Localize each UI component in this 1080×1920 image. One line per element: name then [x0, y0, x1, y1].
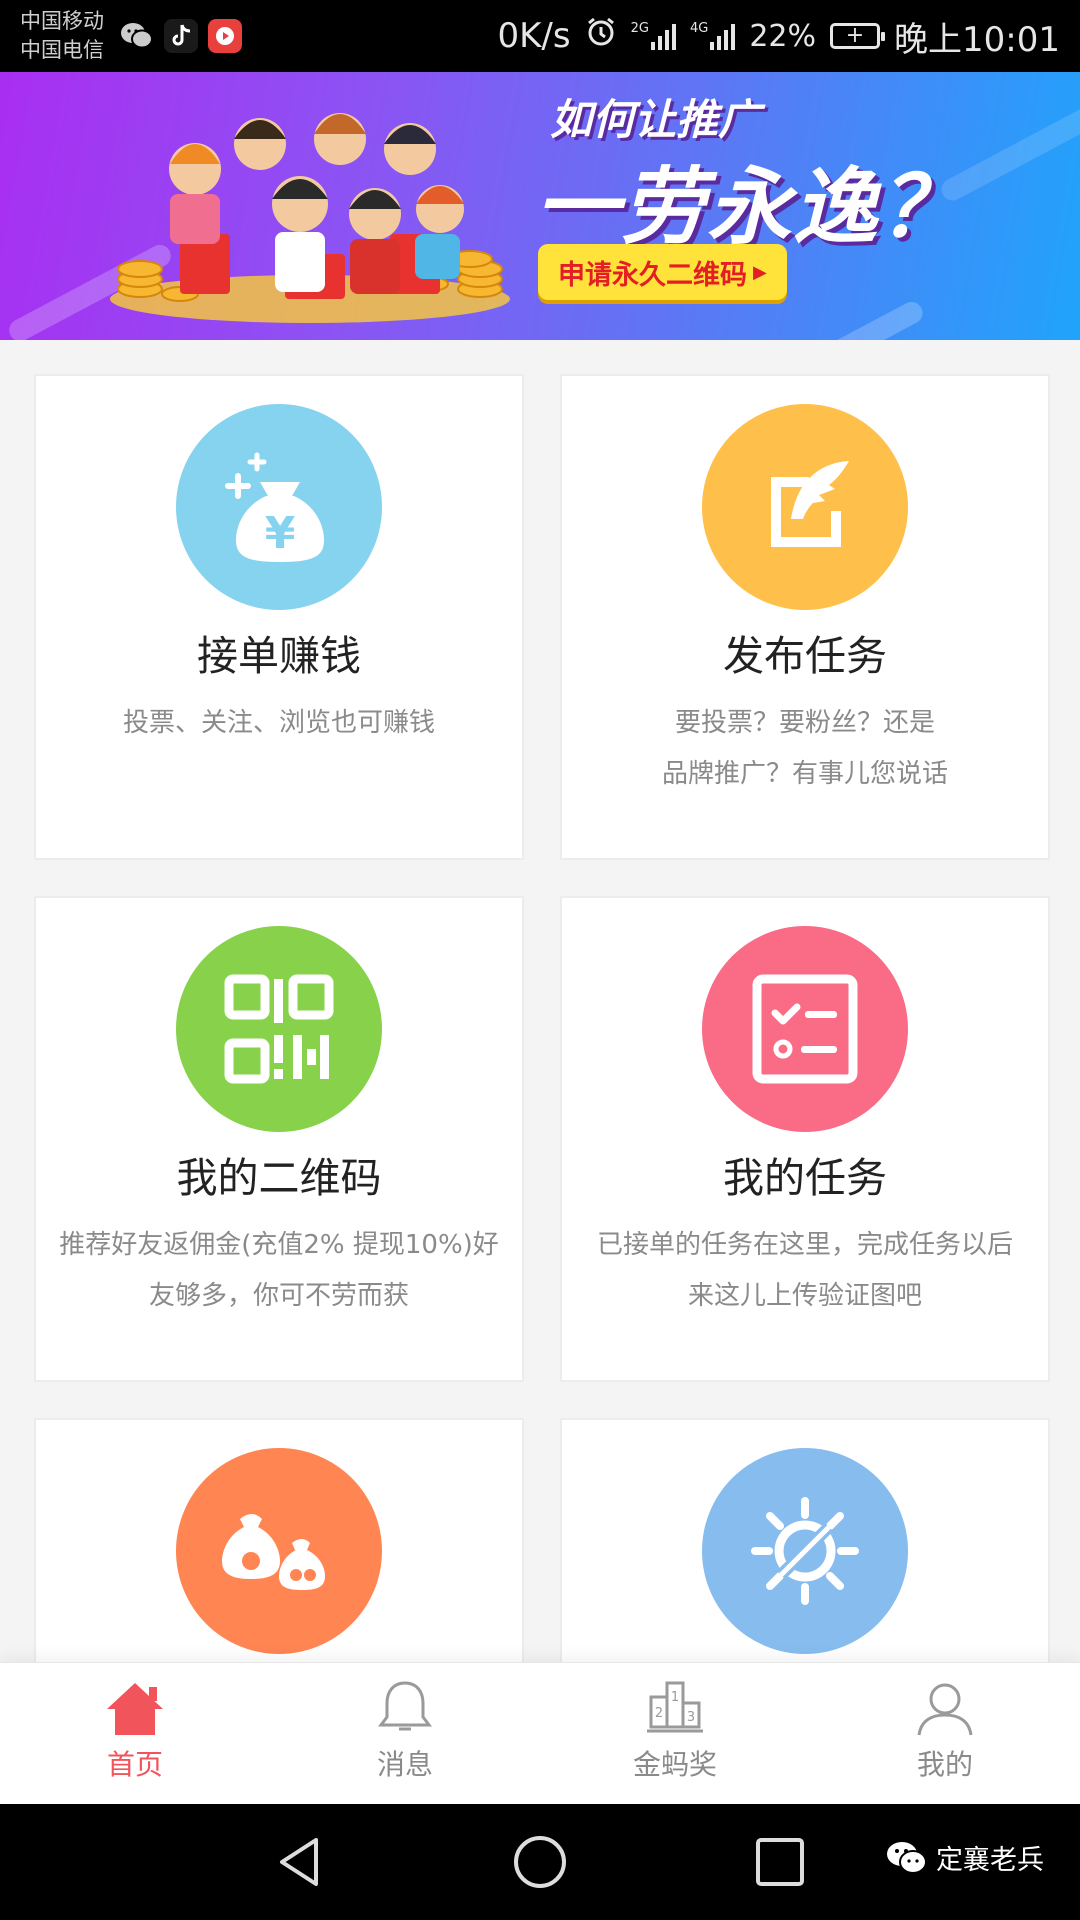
battery-charging-icon: + [830, 23, 886, 49]
home-circle-icon[interactable] [510, 1832, 570, 1892]
svg-text:1: 1 [671, 1690, 679, 1705]
system-navigation-bar: 定襄老兵 [0, 1804, 1080, 1920]
card-my-tasks[interactable]: 我的任务 已接单的任务在这里，完成任务以后 来这儿上传验证图吧 [560, 896, 1050, 1382]
net-4g-label: 4G [689, 21, 709, 36]
status-indicators: 0K/s 2G 4G 22% + 晚上10:01 [498, 12, 1061, 61]
video-app-icon [208, 19, 242, 53]
feather-pen-icon [771, 461, 849, 547]
card-title: 我的二维码 [176, 1154, 382, 1202]
card-title: 发布任务 [723, 632, 887, 680]
battery-percent: 22% [749, 18, 817, 54]
card-icon-circle [176, 926, 382, 1132]
card-description-line: 推荐好友返佣金(充值2% 提现10%)好 [59, 1230, 499, 1260]
status-bar: 中国移动 中国电信 0K/s 2G 4G 22% + 晚上10:01 [0, 0, 1080, 72]
wechat-icon [887, 1841, 927, 1874]
net-speed: 0K/s [497, 16, 571, 56]
home-icon [107, 1683, 163, 1735]
signal-1-icon [650, 22, 676, 50]
tab-golden-ant-award[interactable]: 1 2 3 金蚂奖 [540, 1663, 810, 1804]
tab-label: 首页 [106, 1748, 163, 1781]
bottom-tab-bar: 首页 消息 1 2 3 金蚂奖 我的 [0, 1662, 1080, 1804]
card-description-line: 友够多，你可不劳而获 [148, 1281, 409, 1311]
card-title: 我的任务 [723, 1154, 887, 1202]
tab-label: 消息 [376, 1748, 433, 1781]
svg-text:3: 3 [687, 1710, 695, 1725]
carrier-1: 中国移动 [20, 9, 104, 33]
money-bag-icon: ¥ [225, 452, 324, 562]
card-description: 已接单的任务在这里，完成任务以后 来这儿上传验证图吧 [587, 1220, 1023, 1322]
tab-label: 金蚂奖 [632, 1748, 717, 1781]
card-icon-circle [702, 1448, 908, 1654]
banner-button-label: 申请永久二维码 [558, 259, 747, 291]
watermark-text: 定襄老兵 [936, 1845, 1044, 1876]
cartoon-crowd-illustration [110, 113, 510, 323]
recents-square-icon[interactable] [750, 1832, 810, 1892]
tab-me[interactable]: 我的 [810, 1663, 1080, 1804]
tab-home[interactable]: 首页 [0, 1663, 270, 1804]
card-description-line: 要投票？要粉丝？还是 [674, 708, 935, 738]
caret-right-icon: ▶ [753, 261, 767, 283]
banner-stripe-decoration [783, 298, 927, 340]
card-icon-circle [176, 1448, 382, 1654]
banner-subtitle: 如何让推广 [550, 95, 761, 144]
back-triangle-icon[interactable] [270, 1832, 330, 1892]
card-description: 要投票？要粉丝？还是 品牌推广？有事儿您说话 [652, 698, 958, 800]
card-description-line: 来这儿上传验证图吧 [687, 1281, 922, 1311]
bell-icon [378, 1681, 432, 1731]
clock: 晚上10:01 [894, 19, 1060, 60]
card-icon-circle [702, 404, 908, 610]
apply-permanent-qr-button[interactable]: 申请永久二维码 ▶ [538, 244, 787, 300]
svg-text:¥: ¥ [265, 508, 296, 559]
card-description-line: 品牌推广？有事儿您说话 [661, 759, 948, 789]
tab-label: 我的 [916, 1748, 973, 1781]
qr-code-icon [224, 974, 334, 1084]
task-checklist-icon [752, 974, 858, 1084]
podium-icon: 1 2 3 [647, 1681, 703, 1733]
notification-icons [120, 19, 242, 53]
card-title: 接单赚钱 [197, 632, 361, 680]
card-icon-circle: ¥ [176, 404, 382, 610]
card-publish-task[interactable]: 发布任务 要投票？要粉丝？还是 品牌推广？有事儿您说话 [560, 374, 1050, 860]
card-my-qr-code[interactable]: 我的二维码 推荐好友返佣金(充值2% 提现10%)好 友够多，你可不劳而获 [34, 896, 524, 1382]
card-icon-circle [702, 926, 908, 1132]
money-bags-icon [222, 1514, 325, 1590]
signal-2-icon [710, 22, 736, 50]
carrier-names: 中国移动 中国电信 [20, 7, 104, 65]
wechat-icon [120, 19, 154, 53]
net-2g-label: 2G [630, 21, 649, 36]
tab-messages[interactable]: 消息 [270, 1663, 540, 1804]
sun-compass-icon [751, 1497, 859, 1605]
promo-banner[interactable]: 如何让推广 一劳永逸？ 申请永久二维码 ▶ [0, 72, 1080, 340]
tiktok-icon [164, 19, 198, 53]
card-description-line: 投票、关注、浏览也可赚钱 [122, 708, 435, 738]
alarm-icon [585, 16, 617, 57]
card-description: 推荐好友返佣金(充值2% 提现10%)好 友够多，你可不劳而获 [49, 1220, 509, 1322]
card-description-line: 已接单的任务在这里，完成任务以后 [596, 1230, 1013, 1260]
banner-title: 一劳永逸？ [535, 158, 966, 256]
card-description: 投票、关注、浏览也可赚钱 [113, 698, 445, 749]
carrier-2: 中国电信 [20, 38, 104, 62]
svg-text:2: 2 [655, 1706, 663, 1721]
card-take-orders[interactable]: ¥ 接单赚钱 投票、关注、浏览也可赚钱 [34, 374, 524, 860]
user-icon [917, 1683, 973, 1736]
watermark: 定襄老兵 [886, 1838, 1044, 1877]
